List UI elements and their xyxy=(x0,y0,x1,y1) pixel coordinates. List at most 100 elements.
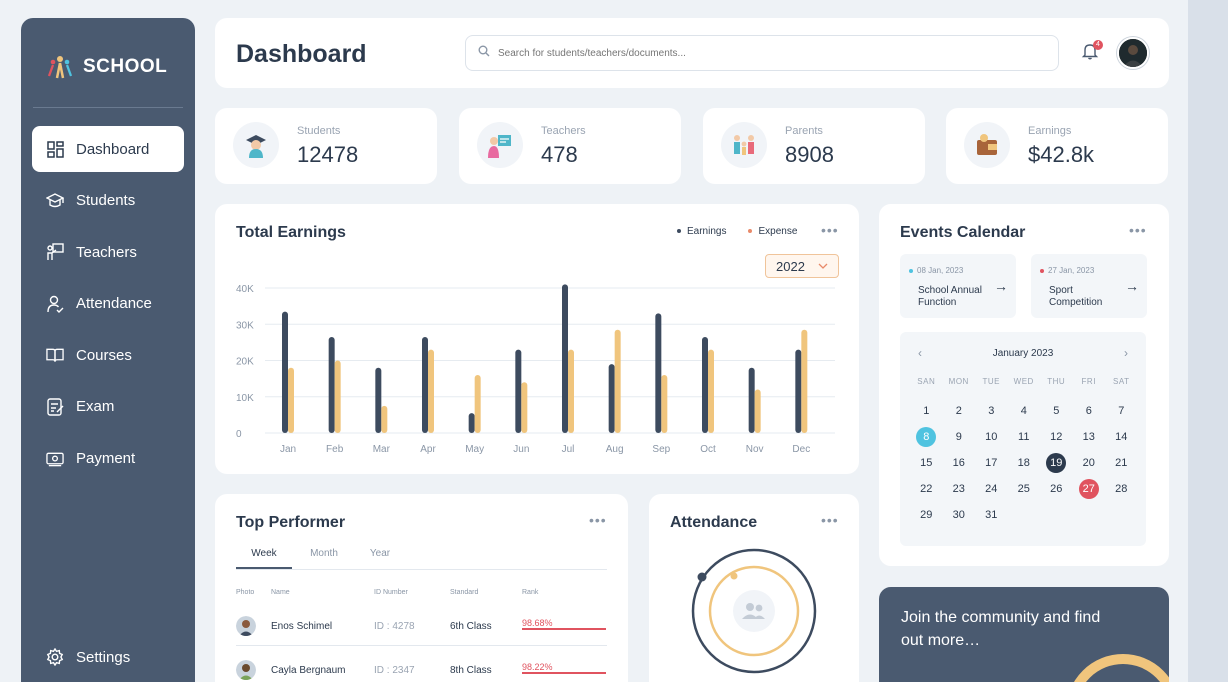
search-input[interactable] xyxy=(498,47,1038,59)
calendar-day[interactable]: 31 xyxy=(975,502,1008,528)
events-calendar-card: Events Calendar ••• 08 Jan, 2023 School … xyxy=(879,204,1169,566)
calendar-day[interactable]: 21 xyxy=(1105,450,1138,476)
sidebar-item-label: Exam xyxy=(76,398,115,416)
month-calendar: ‹ January 2023 › SAN MON TUE WED THU FRI SAT 1 2… xyxy=(900,332,1146,546)
inner-ring-marker xyxy=(730,572,738,580)
calendar-day[interactable]: 22 xyxy=(910,476,943,502)
calendar-day[interactable]: 26 xyxy=(1040,476,1073,502)
tab-week[interactable]: Week xyxy=(236,542,292,569)
chevron-right-icon[interactable]: › xyxy=(1124,346,1128,360)
attendance-ring-chart xyxy=(691,548,817,674)
calendar-day[interactable]: 14 xyxy=(1105,424,1138,450)
calendar-day[interactable]: 8 xyxy=(910,424,943,450)
performer-rank: 98.22% xyxy=(522,662,553,672)
weekday-label: MON xyxy=(948,377,969,386)
calendar-day[interactable]: 1 xyxy=(910,398,943,424)
attendance-more-button[interactable]: ••• xyxy=(821,512,839,528)
event-card[interactable]: 27 Jan, 2023 Sport Competition → xyxy=(1031,254,1147,318)
table-row[interactable]: Cayla Bergnaum ID : 2347 8th Class 98.22… xyxy=(236,650,607,682)
weekday-label: THU xyxy=(1047,377,1066,386)
events-more-button[interactable]: ••• xyxy=(1129,222,1147,238)
calendar-day[interactable]: 4 xyxy=(1008,398,1041,424)
calendar-day[interactable]: 9 xyxy=(943,424,976,450)
stat-label: Parents xyxy=(785,125,823,137)
notification-button[interactable]: 4 xyxy=(1081,40,1103,62)
rank-bar xyxy=(522,672,606,674)
calendar-day[interactable]: 17 xyxy=(975,450,1008,476)
calendar-day[interactable]: 2 xyxy=(943,398,976,424)
sidebar-item-dashboard[interactable]: Dashboard xyxy=(32,126,184,172)
y-tick-label: 40K xyxy=(236,284,254,295)
calendar-day[interactable]: 15 xyxy=(910,450,943,476)
calendar-day[interactable]: 30 xyxy=(943,502,976,528)
calendar-day[interactable]: 24 xyxy=(975,476,1008,502)
attendance-title: Attendance xyxy=(670,514,758,531)
community-banner[interactable]: Join the community and find out more… xyxy=(879,587,1169,682)
bar-expense xyxy=(614,329,621,433)
performer-more-button[interactable]: ••• xyxy=(589,512,607,528)
arrow-right-icon[interactable]: → xyxy=(994,278,1008,294)
performer-name: Enos Schimel xyxy=(271,621,333,632)
event-card[interactable]: 08 Jan, 2023 School Annual Function → xyxy=(900,254,1016,318)
calendar-day[interactable]: 29 xyxy=(910,502,943,528)
tab-year[interactable]: Year xyxy=(352,542,408,569)
event-name: School Annual Function xyxy=(918,285,982,308)
notification-badge: 4 xyxy=(1093,40,1103,50)
sidebar-item-payment[interactable]: Payment xyxy=(32,436,184,482)
family-icon xyxy=(721,122,767,168)
calendar-day[interactable]: 13 xyxy=(1073,424,1106,450)
calendar-day[interactable]: 25 xyxy=(1008,476,1041,502)
school-logo-icon xyxy=(47,56,73,79)
weekday-label: SAT xyxy=(1113,377,1130,386)
calendar-day[interactable]: 11 xyxy=(1008,424,1041,450)
top-performer-card: Top Performer ••• Week Month Year Photo … xyxy=(215,494,628,682)
column-header: Standard xyxy=(450,589,479,596)
calendar-day[interactable]: 19 xyxy=(1040,450,1073,476)
x-tick-label: Jun xyxy=(513,444,529,455)
bar-expense xyxy=(521,382,528,433)
sidebar-item-students[interactable]: Students xyxy=(32,178,184,224)
x-tick-label: Oct xyxy=(700,444,716,455)
search-box[interactable] xyxy=(465,35,1059,71)
outer-ring-marker xyxy=(697,572,707,582)
sidebar-item-exam[interactable]: Exam xyxy=(32,384,184,430)
tab-month[interactable]: Month xyxy=(296,542,352,569)
calendar-day[interactable]: 28 xyxy=(1105,476,1138,502)
calendar-day[interactable]: 7 xyxy=(1105,398,1138,424)
y-tick-label: 10K xyxy=(236,393,254,404)
calendar-day[interactable]: 3 xyxy=(975,398,1008,424)
calendar-day[interactable]: 23 xyxy=(943,476,976,502)
earnings-chart-card: Total Earnings Earnings Expense ••• 2022… xyxy=(215,204,859,474)
bar-earnings xyxy=(468,413,475,433)
x-tick-label: Jul xyxy=(562,444,575,455)
events-title: Events Calendar xyxy=(900,224,1026,241)
weekday-label: WED xyxy=(1013,377,1034,386)
calendar-day[interactable]: 20 xyxy=(1073,450,1106,476)
arrow-right-icon[interactable]: → xyxy=(1125,278,1139,294)
earnings-bar-chart: 0 10K 20K 30K 40K Jan Feb Mar Apr May Jun Jul Aug Sep… xyxy=(236,284,835,455)
sidebar-item-label: Attendance xyxy=(76,295,152,313)
avatar xyxy=(236,660,256,682)
calendar-day[interactable]: 18 xyxy=(1008,450,1041,476)
sidebar-item-teachers[interactable]: Teachers xyxy=(32,229,184,275)
calendar-day[interactable]: 5 xyxy=(1040,398,1073,424)
weekday-label: SAN xyxy=(917,377,936,386)
calendar-day[interactable]: 16 xyxy=(943,450,976,476)
performer-title: Top Performer xyxy=(236,514,346,531)
table-row[interactable]: Enos Schimel ID : 4278 6th Class 98.68% xyxy=(236,606,607,646)
x-tick-label: May xyxy=(465,444,484,455)
bar-expense xyxy=(661,375,668,433)
community-text: Join the community and find out more… xyxy=(901,609,1101,649)
stat-card-teachers: Teachers 478 xyxy=(459,108,681,184)
calendar-day[interactable]: 6 xyxy=(1073,398,1106,424)
user-avatar[interactable] xyxy=(1117,37,1149,69)
calendar-day[interactable]: 10 xyxy=(975,424,1008,450)
book-icon xyxy=(46,346,64,364)
calendar-day[interactable]: 27 xyxy=(1073,476,1106,502)
sidebar-item-settings[interactable]: Settings xyxy=(46,648,130,666)
bar-earnings xyxy=(748,367,755,433)
sidebar-item-attendance[interactable]: Attendance xyxy=(32,281,184,327)
sidebar-item-courses[interactable]: Courses xyxy=(32,332,184,378)
exam-icon xyxy=(46,398,64,416)
calendar-day[interactable]: 12 xyxy=(1040,424,1073,450)
